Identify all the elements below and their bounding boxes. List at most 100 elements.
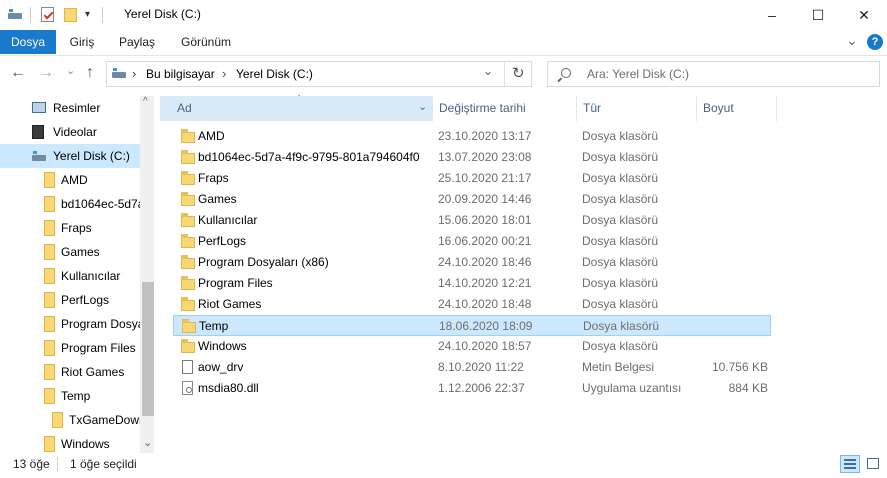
column-name-dropdown-icon[interactable]: ⌄	[418, 100, 427, 113]
file-row[interactable]: Program Dosyaları (x86) 24.10.2020 18:46 D…	[173, 252, 771, 273]
folder-icon	[44, 220, 55, 236]
folder-icon	[181, 339, 195, 353]
new-folder-icon[interactable]	[64, 8, 77, 22]
column-header-name-label: Ad	[177, 101, 192, 115]
sidebar-item[interactable]: Resimler	[0, 96, 140, 120]
file-row[interactable]: msdia80.dll 1.12.2006 22:37 Uygulama uzant…	[173, 378, 771, 399]
pictures-icon	[32, 102, 46, 113]
tab-dosya[interactable]: Dosya	[0, 30, 56, 54]
help-icon[interactable]: ?	[867, 34, 883, 50]
help-glyph: ?	[871, 36, 879, 48]
column-separator[interactable]	[776, 96, 777, 121]
file-row[interactable]: AMD 23.10.2020 13:17 Dosya klasörü	[173, 126, 771, 147]
file-type: Dosya klasörü	[582, 213, 659, 227]
file-row[interactable]: Kullanıcılar 15.06.2020 18:01 Dosya klasör…	[173, 210, 771, 231]
file-type: Dosya klasörü	[582, 276, 659, 290]
file-name: bd1064ec-5d7a-4f9c-9795-801a794604f0	[198, 150, 420, 164]
breadcrumb-sep-icon[interactable]: ›	[132, 66, 136, 81]
file-row[interactable]: Fraps 25.10.2020 21:17 Dosya klasörü	[173, 168, 771, 189]
close-icon: ✕	[858, 6, 870, 23]
breadcrumb-sep-icon[interactable]: ›	[222, 66, 226, 81]
up-arrow-icon: ↑	[86, 64, 94, 81]
quick-access-drive-icon[interactable]	[8, 9, 22, 19]
back-button[interactable]: ←	[10, 64, 26, 82]
file-row[interactable]: Program Files 14.10.2020 12:21 Dosya klasö…	[173, 273, 771, 294]
sidebar-item[interactable]: Yerel Disk (C:)	[0, 144, 140, 168]
close-button[interactable]: ✕	[841, 0, 887, 30]
folder-icon	[44, 268, 55, 284]
folder-icon	[181, 129, 195, 143]
column-header-type[interactable]: Tür	[583, 96, 601, 121]
recent-locations-button[interactable]: ⌄	[66, 64, 75, 77]
minimize-icon: –	[768, 7, 776, 23]
tab-gorunum[interactable]: Görünüm	[174, 30, 238, 54]
sidebar-item[interactable]: Temp	[0, 384, 140, 408]
folder-icon	[181, 150, 195, 164]
file-name: Program Files	[198, 276, 273, 290]
column-separator[interactable]	[696, 96, 697, 121]
column-separator[interactable]	[432, 96, 433, 121]
ribbon-expand-icon[interactable]: ⌄	[846, 32, 858, 49]
properties-icon[interactable]	[41, 7, 54, 22]
breadcrumb-yerel-disk[interactable]: Yerel Disk (C:)	[236, 67, 313, 81]
column-header-name[interactable]	[160, 96, 432, 121]
file-row[interactable]: Games 20.09.2020 14:46 Dosya klasörü	[173, 189, 771, 210]
sidebar-item-label: bd1064ec-5d7a	[61, 197, 140, 211]
nav-scroll-down-button[interactable]: ⌄	[143, 436, 152, 449]
up-button[interactable]: ↑	[86, 64, 94, 82]
column-header-size[interactable]: Boyut	[703, 96, 734, 121]
sidebar-item[interactable]: Program Files	[0, 336, 140, 360]
address-drive-icon	[112, 68, 126, 78]
sidebar-item-label: Program Dosya	[61, 317, 140, 331]
file-size: 884 KB	[728, 381, 768, 395]
file-row[interactable]: Riot Games 24.10.2020 18:48 Dosya klasörü	[173, 294, 771, 315]
folder-icon	[181, 213, 195, 227]
forward-arrow-icon: →	[38, 64, 54, 81]
file-date: 14.10.2020 12:21	[438, 276, 532, 290]
sidebar-item[interactable]: bd1064ec-5d7a	[0, 192, 140, 216]
sidebar-item[interactable]: Fraps	[0, 216, 140, 240]
maximize-button[interactable]: ☐	[795, 0, 841, 30]
file-date: 20.09.2020 14:46	[438, 192, 532, 206]
sidebar-item[interactable]: PerfLogs	[0, 288, 140, 312]
search-placeholder: Ara: Yerel Disk (C:)	[587, 67, 690, 81]
sidebar-item[interactable]: Videolar	[0, 120, 140, 144]
file-row[interactable]: bd1064ec-5d7a-4f9c-9795-801a794604f0 13.0…	[173, 147, 771, 168]
file-row[interactable]: Windows 24.10.2020 18:57 Dosya klasörü	[173, 336, 771, 357]
file-row[interactable]: aow_drv 8.10.2020 11:22 Metin Belgesi 10.75…	[173, 357, 771, 378]
address-dropdown-button[interactable]: ⌄	[483, 64, 493, 78]
refresh-button[interactable]: ↻	[512, 64, 525, 82]
customize-qat-icon[interactable]: ▾	[85, 9, 90, 20]
sidebar-item[interactable]: TxGameDowr	[0, 408, 140, 432]
file-type: Metin Belgesi	[582, 360, 655, 374]
folder-icon	[44, 196, 55, 212]
sidebar-item[interactable]: Kullanıcılar	[0, 264, 140, 288]
details-view-button[interactable]	[840, 455, 860, 473]
folder-icon	[44, 244, 55, 260]
sidebar-item[interactable]: AMD	[0, 168, 140, 192]
file-type: Dosya klasörü	[582, 255, 659, 269]
sidebar-item[interactable]: Riot Games	[0, 360, 140, 384]
forward-button[interactable]: →	[38, 64, 54, 82]
sidebar-item[interactable]: Program Dosya	[0, 312, 140, 336]
file-row[interactable]: PerfLogs 16.06.2020 00:21 Dosya klasörü	[173, 231, 771, 252]
file-name: AMD	[198, 129, 225, 143]
minimize-button[interactable]: –	[749, 0, 795, 30]
window-title: Yerel Disk (C:)	[124, 7, 201, 21]
text-file-icon	[182, 360, 193, 374]
column-header-date[interactable]: Değiştirme tarihi	[439, 96, 526, 121]
tab-paylas[interactable]: Paylaş	[114, 30, 160, 54]
column-separator[interactable]	[576, 96, 577, 121]
file-type: Dosya klasörü	[582, 297, 659, 311]
qat-separator-2	[102, 7, 103, 23]
breadcrumb-bu-bilgisayar[interactable]: Bu bilgisayar	[146, 67, 215, 81]
tab-giris[interactable]: Giriş	[62, 30, 102, 54]
nav-scroll-up-button[interactable]: ^	[143, 96, 148, 107]
folder-icon	[181, 171, 195, 185]
folder-icon	[181, 255, 195, 269]
large-icons-view-button[interactable]	[864, 455, 882, 473]
file-row[interactable]: Temp 18.06.2020 18:09 Dosya klasörü	[173, 315, 771, 336]
file-name: Games	[198, 192, 237, 206]
nav-scrollbar-thumb[interactable]	[142, 282, 154, 416]
sidebar-item[interactable]: Games	[0, 240, 140, 264]
